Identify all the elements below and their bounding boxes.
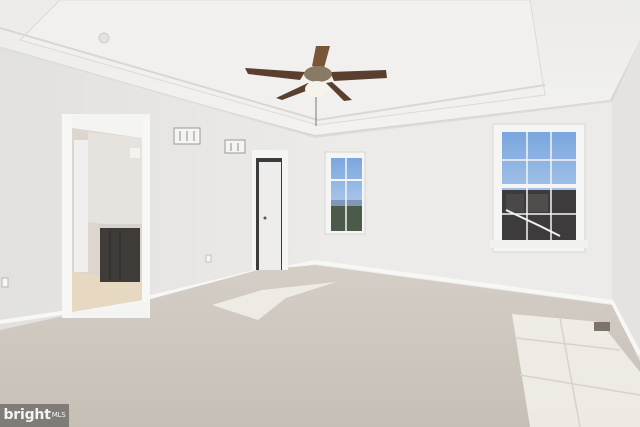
door-knob: [263, 216, 267, 220]
window-small: [324, 151, 366, 235]
air-vent: [224, 139, 246, 154]
floor-vent: [594, 322, 610, 331]
bathroom-doorway[interactable]: [62, 114, 150, 318]
empty-bedroom-photo: brightMLS: [0, 0, 640, 427]
wall-outlet: [1, 277, 9, 288]
smoke-detector: [98, 32, 110, 44]
light-fixture: [130, 148, 140, 158]
interior-door: [74, 140, 88, 272]
window-large: [490, 123, 588, 253]
wall-outlet: [205, 254, 212, 263]
brightmls-watermark: brightMLS: [0, 404, 69, 427]
closet-door: [259, 162, 281, 270]
fan-light: [305, 81, 329, 97]
room-illustration: [0, 0, 640, 427]
closet-doorway[interactable]: [252, 150, 288, 270]
